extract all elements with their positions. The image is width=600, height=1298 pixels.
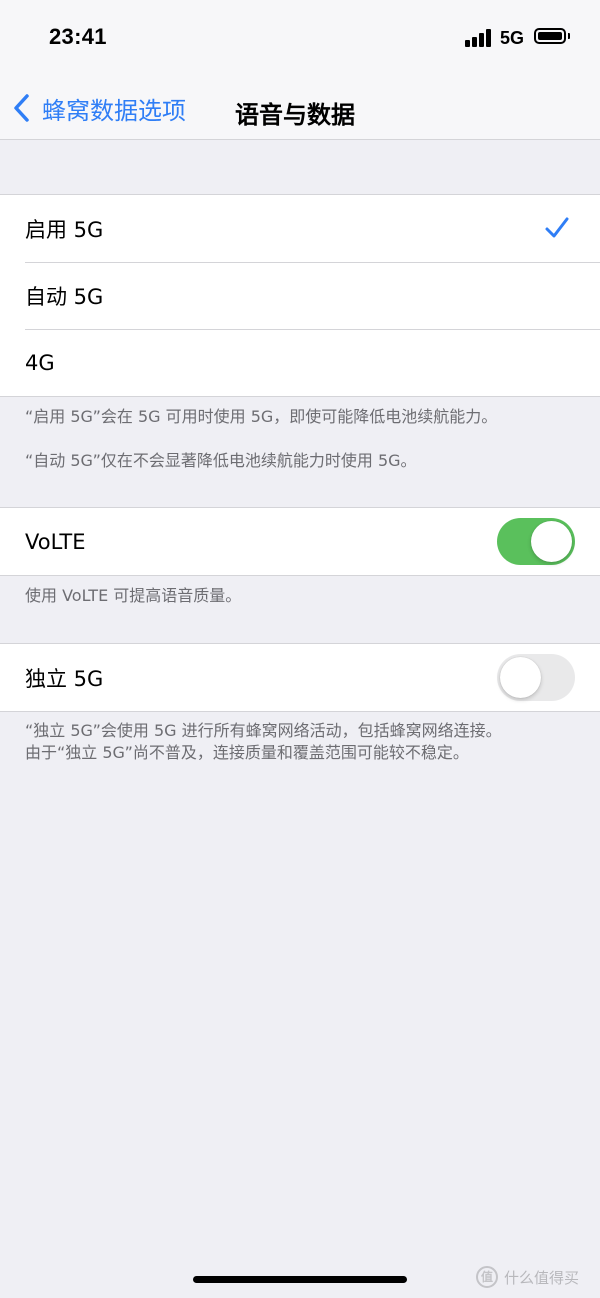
status-time: 23:41	[49, 24, 107, 49]
mode-footnote-auto-5g: “自动 5G”仅在不会显著降低电池续航能力时使用 5G。	[25, 451, 417, 470]
option-label: 自动 5G	[25, 284, 104, 309]
checkmark-icon	[545, 217, 569, 238]
back-button-label: 蜂窝数据选项	[42, 96, 186, 125]
toggle-knob	[500, 657, 541, 698]
sa5g-footnote: “独立 5G”会使用 5G 进行所有蜂窝网络活动，包括蜂窝网络连接。 由于“独立…	[25, 720, 585, 764]
back-button[interactable]: 蜂窝数据选项	[12, 88, 186, 128]
sa5g-label: 独立 5G	[25, 666, 104, 691]
watermark-text: 什么值得买	[504, 1268, 580, 1287]
battery-cap	[568, 33, 570, 39]
network-type-label: 5G	[500, 28, 525, 48]
option-label: 4G	[25, 350, 55, 375]
sa5g-footnote-line: 由于“独立 5G”尚不普及，连接质量和覆盖范围可能较不稳定。	[25, 743, 469, 762]
volte-label: VoLTE	[25, 529, 86, 554]
sa5g-row: 独立 5G	[0, 644, 600, 711]
navigation-bar: 蜂窝数据选项 语音与数据	[0, 78, 600, 140]
status-bar: 23:41 5G	[0, 0, 600, 78]
mode-footnote-enable-5g: “启用 5G”会在 5G 可用时使用 5G，即使可能降低电池续航能力。	[25, 407, 498, 426]
option-row-4g[interactable]: 4G	[0, 329, 600, 396]
option-row-enable-5g[interactable]: 启用 5G	[0, 195, 600, 262]
volte-footnote: 使用 VoLTE 可提高语音质量。	[25, 586, 242, 605]
sa5g-toggle[interactable]	[497, 654, 575, 701]
sa5g-footnote-line: “独立 5G”会使用 5G 进行所有蜂窝网络活动，包括蜂窝网络连接。	[25, 721, 502, 740]
mode-options-group: 启用 5G 自动 5G 4G	[0, 194, 600, 397]
volte-toggle[interactable]	[497, 518, 575, 565]
option-row-auto-5g[interactable]: 自动 5G	[0, 262, 600, 329]
sa5g-group: 独立 5G	[0, 643, 600, 712]
cellular-signal-icon	[465, 29, 493, 47]
volte-group: VoLTE	[0, 507, 600, 576]
volte-row: VoLTE	[0, 508, 600, 575]
page-title: 语音与数据	[235, 101, 355, 129]
watermark-logo-icon: 值	[476, 1266, 498, 1288]
watermark: 值 什么值得买	[476, 1266, 579, 1288]
battery-icon	[534, 28, 566, 44]
toggle-knob	[531, 521, 572, 562]
option-label: 启用 5G	[25, 217, 104, 242]
home-indicator	[193, 1276, 407, 1283]
chevron-left-icon	[14, 94, 29, 122]
